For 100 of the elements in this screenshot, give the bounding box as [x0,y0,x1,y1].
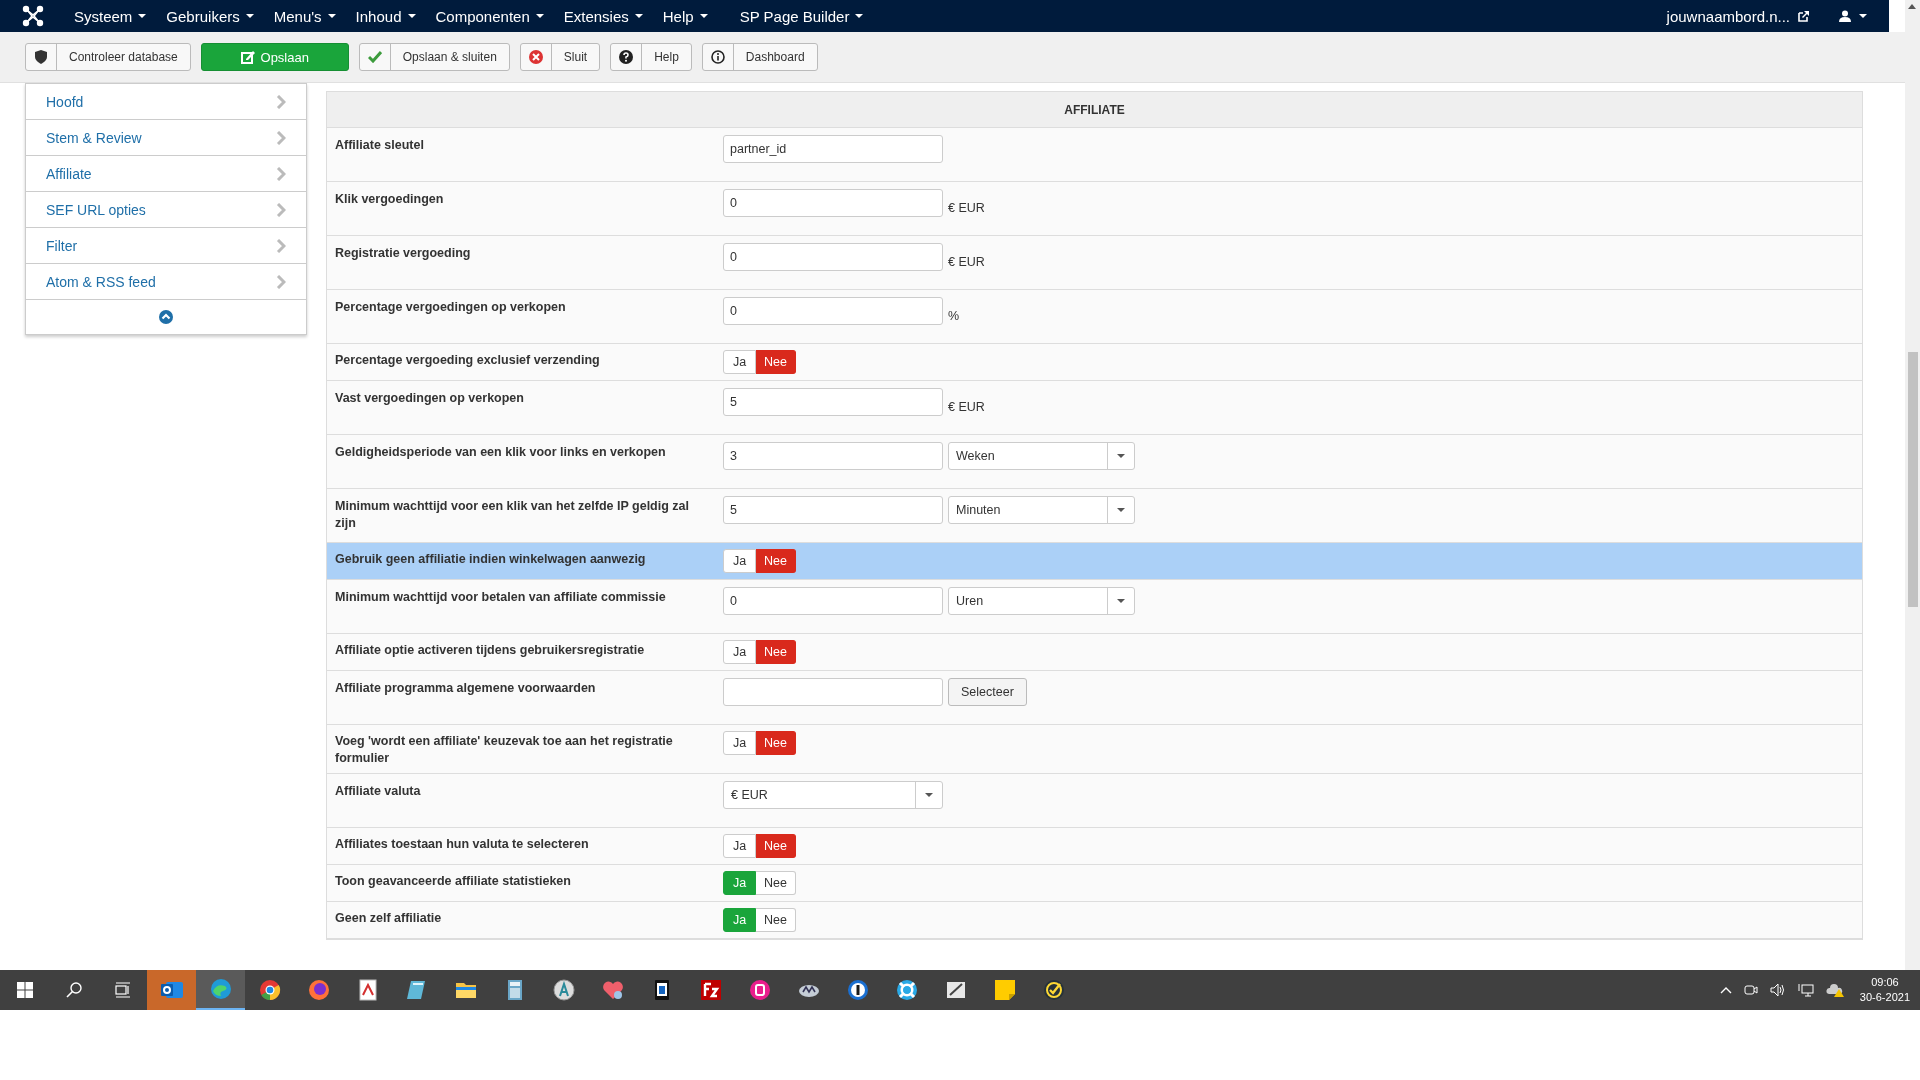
caret-icon [327,14,336,18]
setting-label: Affiliates toestaan hun valuta te selecteren [335,836,590,853]
toolbar-button[interactable]: Dashboard [701,43,818,71]
close-icon [528,50,543,64]
menu-item[interactable]: Gebruikers [156,7,264,25]
caret-icon [535,14,544,18]
volume-icon[interactable] [1769,983,1786,997]
unit-dropdown[interactable]: Weken [948,442,1135,470]
setting-label: Minimum wachttijd voor een klik van het zelfde IP geldig zal zijn [335,498,690,532]
chevron-icon [276,238,286,253]
setting-label: Registratie vergoeding [335,245,472,262]
browser-icon [257,978,282,1002]
toggle-option[interactable]: Ja [723,731,756,755]
caret-icon [634,14,643,18]
sidebar-item[interactable]: Affiliate [26,156,306,192]
text-field[interactable]: 3 [723,442,943,470]
collapse-icon[interactable] [159,310,173,324]
unit-label: € EUR [948,400,985,416]
toggle-option[interactable]: Ja [723,350,756,374]
text-field[interactable]: 5 [723,496,943,524]
toggle-option[interactable]: Nee [756,350,796,374]
shield-icon [35,50,47,64]
chevron-icon [276,130,286,145]
toggle-option[interactable]: Nee [756,908,796,932]
caret-icon [407,14,416,18]
menu-item[interactable]: Componenten [425,7,554,25]
chevron-icon [276,202,286,217]
menu-item[interactable]: SP Page Builder [729,7,874,25]
clock-time[interactable]: 09:06 [1871,975,1899,990]
network-icon[interactable] [1797,983,1814,997]
menu-item[interactable]: Help [652,7,718,25]
caret-icon [699,14,708,18]
toolbar-button[interactable]: Controleer database [25,43,191,71]
sidebar-item[interactable]: Stem & Review [26,120,306,156]
toggle-option[interactable]: Ja [723,640,756,664]
joomla-logo-icon[interactable] [22,5,44,27]
setting-label: Affiliate valuta [335,783,422,800]
text-field[interactable]: 0 [723,587,943,615]
caret-icon [1117,454,1125,458]
camera-icon[interactable] [1743,983,1758,997]
unit-dropdown[interactable]: Minuten [948,496,1135,524]
caret-icon [855,14,864,18]
text-field[interactable]: 0 [723,189,943,217]
setting-label: Affiliate sleutel [335,137,425,154]
caret-icon [245,14,254,18]
currency-dropdown[interactable]: € EUR [723,781,943,809]
select-button[interactable]: Selecteer [948,678,1027,706]
sidebar-item[interactable]: Hoofd [26,84,306,120]
menu-item[interactable]: Menu's [263,7,346,25]
clock-date[interactable]: 30-6-2021 [1859,990,1910,1005]
cloud-warning-icon[interactable] [1825,983,1844,997]
site-link[interactable]: jouwnaambord.n... [1666,7,1790,25]
browser-icon [208,977,233,1001]
setting-label: Affiliate optie activeren tijdens gebruikersregistratie [335,642,646,659]
caret-icon [1117,599,1125,603]
windows-start-icon[interactable] [16,982,33,998]
font-icon [551,978,576,1002]
menu-item[interactable]: Systeem [64,7,157,25]
toggle-option[interactable]: Ja [723,549,756,573]
sidebar-item[interactable]: Atom & RSS feed [26,264,306,300]
toolbar-button[interactable]: Sluit [519,43,601,71]
setting-label: Geldigheidsperiode van een klik voor links en verkopen [335,444,667,461]
setting-label: Percentage vergoeding exclusief verzending [335,352,601,369]
setting-label: Vast vergoedingen op verkopen [335,390,525,407]
setting-label: Affiliate programma algemene voorwaarden [335,680,597,697]
chevron-up-icon[interactable] [1719,986,1732,994]
user-icon[interactable] [1839,10,1851,22]
sidebar-item[interactable]: SEF URL opties [26,192,306,228]
setting-label: Toon geavanceerde affiliate statistieken [335,873,572,890]
browser-icon [306,978,331,1002]
chevron-icon [276,166,286,181]
setting-label: Minimum wachttijd voor betalen van affiliate commissie [335,589,667,606]
sidebar-item[interactable]: Filter [26,228,306,264]
toggle-option[interactable]: Nee [756,549,796,573]
toggle-option[interactable]: Nee [756,640,796,664]
caret-icon [925,793,933,797]
toggle-option[interactable]: Nee [756,731,796,755]
setting-label: Geen zelf affiliatie [335,910,443,927]
file-field[interactable] [723,678,943,706]
unit-label: € EUR [948,255,985,271]
check-icon [367,51,382,63]
text-field[interactable]: 0 [723,243,943,271]
search-icon[interactable] [65,982,82,998]
toolbar-button[interactable]: Opslaan & sluiten [358,43,510,71]
lock-icon [845,978,870,1002]
toggle-option[interactable]: Nee [756,834,796,858]
unit-dropdown[interactable]: Uren [948,587,1135,615]
text-field[interactable]: partner_id [723,135,943,163]
menu-item[interactable]: Extensies [553,7,653,25]
sticky-note-icon [992,978,1017,1002]
task-view-icon[interactable] [114,982,131,998]
toolbar-button[interactable]: Help [610,43,692,71]
edit-icon [240,50,255,64]
text-field[interactable]: 0 [723,297,943,325]
text-field[interactable]: 5 [723,388,943,416]
menu-item[interactable]: Inhoud [345,7,426,25]
scrollbar[interactable] [1905,0,1920,970]
toggle-option[interactable]: Ja [723,834,756,858]
toggle-option[interactable]: Nee [756,871,796,895]
help-icon [619,50,634,64]
